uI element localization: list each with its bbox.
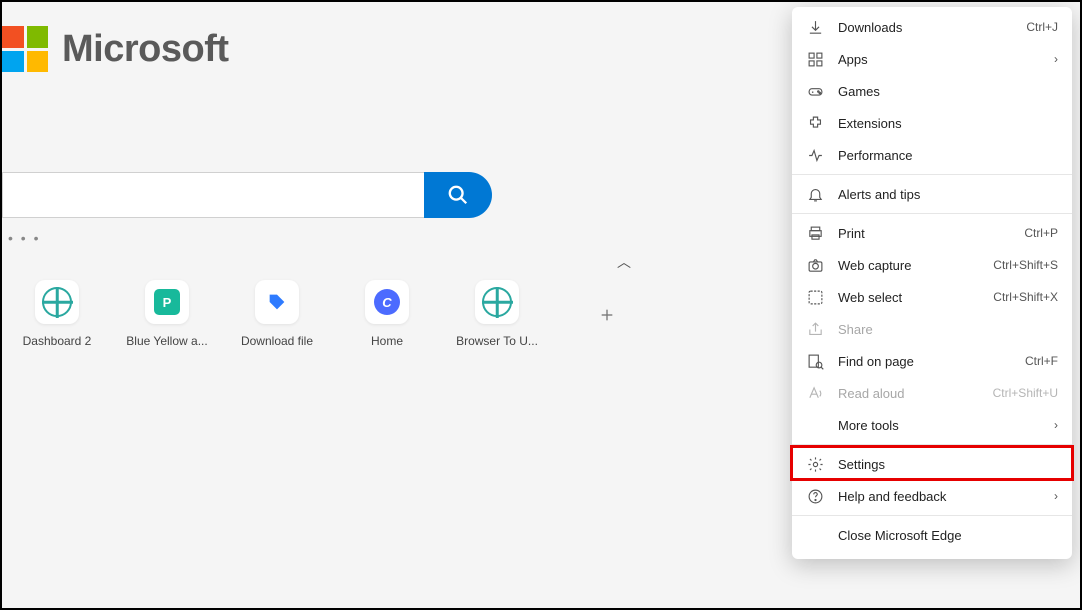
camera-icon: [806, 256, 824, 274]
menu-label: Alerts and tips: [838, 187, 1058, 202]
add-quick-link-button[interactable]: [562, 280, 652, 350]
menu-print[interactable]: Print Ctrl+P: [792, 217, 1072, 249]
web-select-icon: [806, 288, 824, 306]
chevron-right-icon: ›: [1054, 52, 1058, 66]
help-icon: [806, 487, 824, 505]
menu-games[interactable]: Games: [792, 75, 1072, 107]
menu-label: Extensions: [838, 116, 1058, 131]
menu-web-select[interactable]: Web select Ctrl+Shift+X: [792, 281, 1072, 313]
chevron-right-icon: ›: [1054, 418, 1058, 432]
search-input[interactable]: [2, 172, 424, 218]
menu-label: Share: [838, 322, 1058, 337]
quick-links-row: Dashboard 2 P Blue Yellow a... Download …: [12, 280, 652, 350]
menu-shortcut: Ctrl+F: [1025, 354, 1058, 368]
quick-link-label: Home: [371, 334, 403, 348]
menu-label: Downloads: [838, 20, 1026, 35]
menu-find[interactable]: Find on page Ctrl+F: [792, 345, 1072, 377]
menu-label: Web select: [838, 290, 993, 305]
gear-icon: [806, 455, 824, 473]
menu-shortcut: Ctrl+J: [1026, 20, 1058, 34]
microsoft-wordmark: Microsoft: [62, 28, 229, 71]
menu-downloads[interactable]: Downloads Ctrl+J: [792, 11, 1072, 43]
quick-link-label: Blue Yellow a...: [126, 334, 207, 348]
menu-shortcut: Ctrl+Shift+X: [993, 290, 1058, 304]
search-icon: [447, 184, 469, 206]
games-icon: [806, 82, 824, 100]
menu-performance[interactable]: Performance: [792, 139, 1072, 171]
menu-label: Games: [838, 84, 1058, 99]
collapse-caret-icon[interactable]: ︿: [617, 252, 631, 272]
menu-more-tools[interactable]: More tools ›: [792, 409, 1072, 441]
share-icon: [806, 320, 824, 338]
menu-help[interactable]: Help and feedback ›: [792, 480, 1072, 512]
quick-link-label: Download file: [241, 334, 313, 348]
search-button[interactable]: [424, 172, 492, 218]
quick-link-download-file[interactable]: Download file: [232, 280, 322, 348]
menu-label: Find on page: [838, 354, 1025, 369]
menu-label: Print: [838, 226, 1024, 241]
menu-label: More tools: [838, 418, 1046, 433]
menu-label: Web capture: [838, 258, 993, 273]
menu-shortcut: Ctrl+P: [1024, 226, 1058, 240]
print-icon: [806, 224, 824, 242]
read-aloud-icon: [806, 384, 824, 402]
menu-label: Close Microsoft Edge: [838, 528, 1058, 543]
menu-share: Share: [792, 313, 1072, 345]
extensions-icon: [806, 114, 824, 132]
apps-icon: [806, 50, 824, 68]
download-icon: [806, 18, 824, 36]
menu-settings[interactable]: Settings: [792, 448, 1072, 480]
globe-icon: [42, 287, 72, 317]
chevron-right-icon: ›: [1054, 489, 1058, 503]
performance-icon: [806, 146, 824, 164]
quick-link-home[interactable]: C Home: [342, 280, 432, 348]
find-icon: [806, 352, 824, 370]
overflow-icon[interactable]: • • •: [8, 230, 40, 246]
menu-shortcut: Ctrl+Shift+U: [993, 386, 1058, 400]
menu-alerts[interactable]: Alerts and tips: [792, 178, 1072, 210]
globe-icon: [482, 287, 512, 317]
quick-link-browser-to-u[interactable]: Browser To U...: [452, 280, 542, 348]
quick-link-label: Browser To U...: [456, 334, 538, 348]
microsoft-logo-icon: [2, 26, 48, 72]
menu-close-edge[interactable]: Close Microsoft Edge: [792, 519, 1072, 551]
quick-link-dashboard2[interactable]: Dashboard 2: [12, 280, 102, 348]
menu-extensions[interactable]: Extensions: [792, 107, 1072, 139]
p-box-icon: P: [154, 289, 180, 315]
menu-apps[interactable]: Apps ›: [792, 43, 1072, 75]
quick-link-blue-yellow[interactable]: P Blue Yellow a...: [122, 280, 212, 348]
plus-icon: [599, 307, 615, 323]
menu-read-aloud: Read aloud Ctrl+Shift+U: [792, 377, 1072, 409]
menu-label: Settings: [838, 457, 1058, 472]
tag-icon: [266, 291, 288, 313]
menu-label: Apps: [838, 52, 1046, 67]
bell-icon: [806, 185, 824, 203]
quick-link-label: Dashboard 2: [23, 334, 92, 348]
menu-shortcut: Ctrl+Shift+S: [993, 258, 1058, 272]
browser-menu: Downloads Ctrl+J Apps › Games Extensions…: [792, 7, 1072, 559]
menu-label: Read aloud: [838, 386, 993, 401]
menu-web-capture[interactable]: Web capture Ctrl+Shift+S: [792, 249, 1072, 281]
menu-label: Help and feedback: [838, 489, 1046, 504]
c-circle-icon: C: [374, 289, 400, 315]
menu-label: Performance: [838, 148, 1058, 163]
